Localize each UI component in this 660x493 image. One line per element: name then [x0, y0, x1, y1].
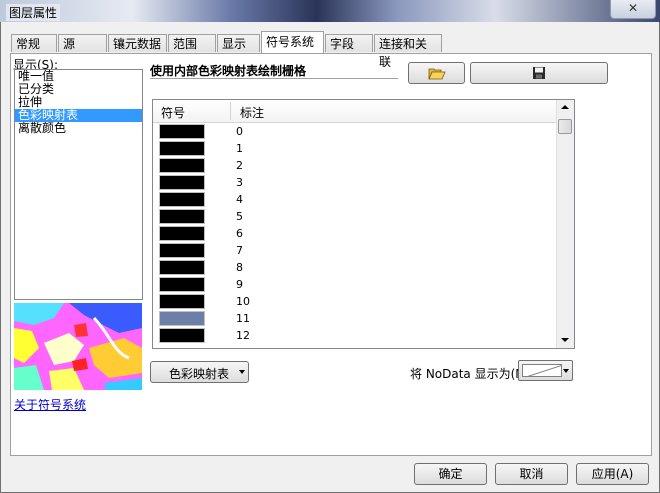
table-row[interactable]: 1	[153, 140, 556, 157]
table-row[interactable]: 4	[153, 191, 556, 208]
colormap-dropdown-button[interactable]: 色彩映射表	[150, 361, 249, 383]
table-row[interactable]: 9	[153, 276, 556, 293]
color-swatch[interactable]	[159, 311, 205, 326]
color-swatch[interactable]	[159, 124, 205, 139]
tab-3[interactable]: 范围	[168, 34, 216, 52]
color-swatch[interactable]	[159, 141, 205, 156]
color-swatch[interactable]	[159, 243, 205, 258]
table-row[interactable]: 0	[153, 123, 556, 140]
table-row[interactable]: 10	[153, 293, 556, 310]
table-row[interactable]: 6	[153, 225, 556, 242]
tab-0[interactable]: 常规	[11, 34, 57, 52]
row-label: 6	[236, 227, 243, 240]
row-label: 12	[236, 329, 250, 342]
table-row[interactable]: 7	[153, 242, 556, 259]
row-label: 0	[236, 125, 243, 138]
symbology-preview-image	[14, 303, 142, 390]
row-label: 8	[236, 261, 243, 274]
row-label: 5	[236, 210, 243, 223]
table-row[interactable]: 12	[153, 327, 556, 344]
heading-divider	[150, 78, 398, 79]
layer-properties-dialog: 常规源镶元数据 范围 显示 符号系统 字段 连接和关联 显示(S): 唯一值 已分类 拉伸 色彩…	[0, 22, 660, 493]
tab-4[interactable]: 显示	[217, 34, 260, 52]
scroll-up-icon[interactable]	[561, 105, 569, 109]
apply-button[interactable]: 应用(A)	[576, 463, 649, 485]
preview-red-a	[74, 323, 88, 337]
cancel-button[interactable]: 取消	[495, 463, 568, 485]
nodata-color-swatch	[522, 364, 562, 377]
color-swatch[interactable]	[159, 175, 205, 190]
renderer-list[interactable]: 唯一值 已分类 拉伸 色彩映射表 离散颜色	[14, 69, 143, 300]
tab-1[interactable]: 源	[58, 34, 107, 52]
row-label: 10	[236, 295, 250, 308]
chevron-down-icon	[563, 369, 569, 373]
tab-2[interactable]: 镶元数据	[108, 34, 167, 52]
row-label: 9	[236, 278, 243, 291]
scroll-thumb[interactable]	[558, 119, 572, 134]
scroll-down-icon[interactable]	[561, 338, 569, 342]
nodata-label: 将 NoData 显示为(N)	[410, 367, 529, 381]
tab-5[interactable]: 符号系统	[261, 31, 324, 53]
colormap-table[interactable]: 符号 标注 0 1 2 3 4 5 6 7 8 9 10 11 12	[152, 99, 575, 349]
save-colormap-button[interactable]	[470, 62, 608, 84]
open-colormap-button[interactable]	[408, 62, 465, 84]
col-header-label[interactable]: 标注	[240, 104, 264, 121]
color-swatch[interactable]	[159, 277, 205, 292]
row-label: 4	[236, 193, 243, 206]
table-row[interactable]: 5	[153, 208, 556, 225]
folder-open-icon	[427, 68, 446, 80]
color-swatch[interactable]	[159, 294, 205, 309]
table-row[interactable]: 11	[153, 310, 556, 327]
tab-6[interactable]: 字段	[325, 34, 373, 52]
ok-button[interactable]: 确定	[414, 463, 487, 485]
table-header: 符号 标注	[153, 100, 556, 123]
row-label: 7	[236, 244, 243, 257]
table-row[interactable]: 8	[153, 259, 556, 276]
panel-heading: 使用内部色彩映射表绘制栅格	[150, 64, 307, 78]
colormap-dropdown-label: 色彩映射表	[169, 367, 230, 381]
table-row[interactable]: 2	[153, 157, 556, 174]
row-label: 1	[236, 142, 243, 155]
color-swatch[interactable]	[159, 158, 205, 173]
window-title: 图层属性	[6, 4, 61, 21]
chevron-down-icon	[239, 370, 245, 374]
vertical-scrollbar[interactable]	[556, 100, 574, 348]
color-swatch[interactable]	[159, 209, 205, 224]
row-label: 11	[236, 312, 250, 325]
list-item[interactable]: 离散颜色	[15, 122, 142, 135]
row-label: 2	[236, 159, 243, 172]
color-swatch[interactable]	[159, 192, 205, 207]
title-bar[interactable]: 图层属性 ✕	[0, 0, 660, 22]
nodata-color-picker[interactable]	[518, 360, 573, 381]
table-row[interactable]: 3	[153, 174, 556, 191]
tab-7[interactable]: 连接和关联	[374, 34, 442, 69]
save-disk-icon	[533, 67, 545, 79]
header-divider[interactable]	[230, 102, 231, 120]
color-swatch[interactable]	[159, 260, 205, 275]
close-button[interactable]: ✕	[610, 0, 656, 19]
row-label: 3	[236, 176, 243, 189]
no-color-icon	[527, 365, 561, 376]
col-header-symbol[interactable]: 符号	[161, 104, 185, 121]
about-symbology-link[interactable]: 关于符号系统	[14, 396, 86, 413]
color-swatch[interactable]	[159, 226, 205, 241]
color-swatch[interactable]	[159, 328, 205, 343]
